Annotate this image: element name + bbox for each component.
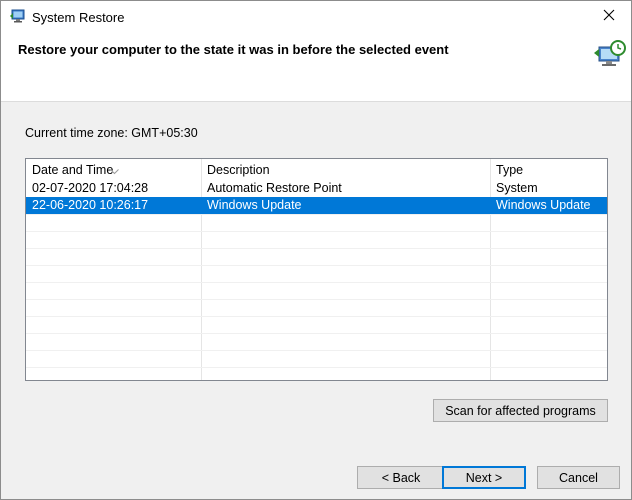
row-gridline [26,231,607,232]
row-date: 22-06-2020 10:26:17 [32,198,149,212]
chevron-down-icon [110,160,119,175]
row-type: Windows Update [496,198,591,212]
row-gridline [26,299,607,300]
back-button[interactable]: < Back [357,466,445,489]
window-title: System Restore [32,10,125,25]
instruction-heading: Restore your computer to the state it wa… [18,42,449,57]
close-icon [603,9,615,24]
system-restore-icon [9,8,27,24]
system-restore-icon [593,39,627,71]
row-type: System [496,181,538,195]
row-description: Automatic Restore Point [207,181,342,195]
row-date: 02-07-2020 17:04:28 [32,181,149,195]
row-gridline [26,367,607,368]
system-restore-window: System Restore Restore your computer to … [0,0,632,500]
cancel-button[interactable]: Cancel [537,466,620,489]
row-gridline [26,333,607,334]
list-header: Date and Time Description Type [26,159,607,180]
column-header-date[interactable]: Date and Time [26,159,201,180]
title-bar[interactable]: System Restore [1,1,631,31]
row-gridline [26,282,607,283]
row-description: Windows Update [207,198,302,212]
header-band: Restore your computer to the state it wa… [1,31,631,102]
row-gridline [26,316,607,317]
row-gridline [26,350,607,351]
scan-affected-programs-button[interactable]: Scan for affected programs [433,399,608,422]
close-button[interactable] [587,1,631,31]
column-header-type[interactable]: Type [490,159,607,180]
list-row-selected[interactable]: 22-06-2020 10:26:17 Windows Update Windo… [26,197,607,214]
row-gridline [26,214,607,215]
next-button[interactable]: Next > [442,466,526,489]
list-row[interactable]: 02-07-2020 17:04:28 Automatic Restore Po… [26,180,607,197]
row-gridline [26,248,607,249]
row-gridline [26,265,607,266]
restore-points-list[interactable]: Date and Time Description Type 02-07-202… [25,158,608,381]
column-header-description[interactable]: Description [201,159,490,180]
timezone-label: Current time zone: GMT+05:30 [25,126,198,140]
